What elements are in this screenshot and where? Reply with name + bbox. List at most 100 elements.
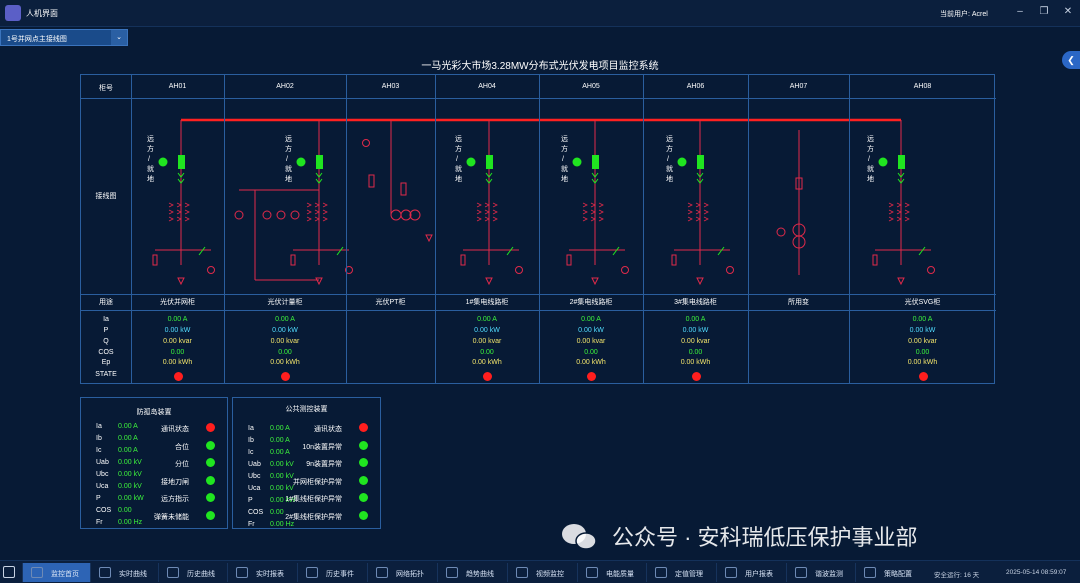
point-selector[interactable]: 1号并网点主接线图 ⌄ (0, 29, 128, 46)
nav-item[interactable]: 监控首页 (22, 563, 90, 582)
close-icon[interactable]: ✕ (1060, 6, 1076, 17)
svg-text:地: 地 (285, 174, 292, 183)
svg-text:地: 地 (147, 174, 154, 183)
state-indicator (206, 423, 215, 432)
app-icon (5, 5, 21, 21)
nav-item[interactable]: 策略配置 (855, 563, 923, 582)
state-label: 9n装置异常 (306, 461, 342, 468)
cabinet-usage-ah05: 2#集电线路柜 (569, 299, 613, 306)
nav-item-label: 实时报表 (256, 571, 284, 578)
cabinet-p-value: 0.00 kW (682, 327, 709, 334)
minimize-icon[interactable]: – (1012, 6, 1028, 17)
cabinet-ia-value: 0.00 A (685, 316, 706, 323)
state-indicator (691, 372, 701, 381)
measure-label: P (248, 497, 253, 504)
measure-value: 0.00 A (118, 447, 138, 454)
cabinet-cos-value: 0.00 (480, 349, 494, 356)
public-measure-device-panel: 公共测控装置 Ia 0.00 A Ib 0.00 A Ic 0.00 A Uab 0.00 k… (232, 397, 381, 529)
state-indicator (206, 510, 215, 520)
nav-item-label: 策略配置 (884, 571, 912, 578)
nav-item[interactable]: 视频监控 (507, 563, 575, 582)
cabinet-ia-value: 0.00 A (275, 316, 295, 323)
cabinet-cos-value: 0.00 (584, 349, 598, 356)
state-indicator (359, 423, 368, 432)
nav-item-label: 网络拓扑 (396, 571, 424, 578)
state-indicator (359, 475, 368, 485)
measure-label: Uca (96, 483, 109, 490)
measure-value: 0.00 kV (270, 473, 294, 480)
cabinet-q-value: 0.00 kvar (163, 338, 192, 345)
public-measure-title: 公共测控装置 (285, 406, 328, 413)
state-label: 通讯状态 (161, 426, 189, 433)
cabinet-id-ah03: AH03 (381, 83, 400, 90)
wechat-icon (562, 524, 597, 550)
current-user: 当前用户: Acrel (940, 11, 988, 18)
nav-item[interactable]: 电能质量 (577, 563, 645, 582)
nav-item-icon (795, 567, 807, 578)
cabinet-ia-value: 0.00 A (167, 316, 188, 323)
grid-menu-icon[interactable] (3, 566, 15, 578)
cabinet-p-value: 0.00 kW (474, 327, 500, 334)
measure-value: 0.00 A (270, 425, 290, 432)
state-indicator (359, 458, 368, 467)
measure-label: Fr (248, 521, 255, 528)
nav-item[interactable]: 实时报表 (227, 563, 295, 582)
point-selector-value: 1号并网点主接线图 (7, 36, 67, 43)
restore-icon[interactable]: ❐ (1036, 6, 1052, 17)
measure-value: 0.00 kW (118, 495, 144, 502)
cabinet-id-ah07: AH07 (789, 83, 808, 90)
state-label: 并网柜保护异常 (293, 478, 342, 486)
measure-value: 0.00 A (270, 449, 290, 456)
single-line-diagram-panel: 柜号 接线图 用途 Ia P Q COS Ep STATE 远方 / 就地远方 / 就地… (80, 74, 996, 384)
column-divider (748, 75, 749, 383)
state-label: 通讯状态 (314, 426, 342, 433)
app-title: 人机界面 (26, 9, 58, 18)
measure-value: 0.00 kV (270, 461, 294, 468)
anti-island-device-panel: 防孤岛装置 Ia 0.00 A Ib 0.00 A Ic 0.00 A Uab 0.00 kV… (80, 397, 228, 529)
measure-label: Ib (248, 437, 254, 444)
nav-item[interactable]: 历史事件 (297, 563, 365, 582)
cabinet-id-ah08: AH08 (913, 83, 932, 90)
measure-label: Ic (248, 449, 254, 456)
svg-text:/: / (562, 156, 564, 163)
svg-text:远: 远 (561, 135, 568, 143)
nav-item-icon (446, 567, 458, 578)
measure-label: Uab (96, 459, 109, 466)
svg-text:方: 方 (666, 144, 673, 153)
nav-item[interactable]: 历史曲线 (158, 563, 226, 582)
nav-item[interactable]: 谐波监测 (786, 563, 854, 582)
cabinet-p-value: 0.00 kW (909, 327, 936, 334)
state-indicator (206, 475, 215, 485)
cabinet-usage-ah06: 3#集电线路柜 (674, 299, 717, 306)
nav-item[interactable]: 网络拓扑 (367, 563, 435, 582)
measure-value: 0.00 A (270, 437, 290, 444)
nav-item-label: 监控首页 (51, 571, 79, 578)
nav-item[interactable]: 实时曲线 (90, 563, 158, 582)
cabinet-p-value: 0.00 kW (272, 327, 298, 334)
svg-text:/: / (148, 156, 150, 163)
svg-text:地: 地 (561, 174, 568, 183)
nav-item-label: 历史事件 (326, 571, 354, 578)
cabinet-p-value: 0.00 kW (164, 327, 191, 334)
state-indicator (359, 510, 368, 520)
cabinet-ia-value: 0.00 A (477, 316, 497, 323)
column-divider (346, 75, 347, 383)
nav-item[interactable]: 趋势曲线 (437, 563, 505, 582)
nav-item[interactable]: 用户报表 (716, 563, 784, 582)
nav-item-label: 历史曲线 (187, 571, 215, 578)
svg-text:方: 方 (285, 144, 292, 153)
state-indicator (206, 440, 215, 450)
measure-label: Ubc (96, 471, 109, 478)
measure-value: 0.00 kV (270, 485, 294, 492)
nav-item-icon (99, 567, 111, 578)
cabinet-ep-value: 0.00 kWh (576, 359, 606, 366)
cabinet-ia-value: 0.00 A (581, 316, 601, 323)
measure-value: 0.00 Hz (118, 519, 143, 526)
nav-item[interactable]: 定值管理 (646, 563, 714, 582)
cabinet-q-value: 0.00 kvar (908, 338, 937, 345)
nav-item-label: 趋势曲线 (466, 571, 494, 578)
svg-text:地: 地 (455, 174, 462, 183)
measure-value: 0.00 kV (118, 483, 142, 490)
column-divider (224, 75, 225, 383)
state-indicator (206, 493, 215, 502)
